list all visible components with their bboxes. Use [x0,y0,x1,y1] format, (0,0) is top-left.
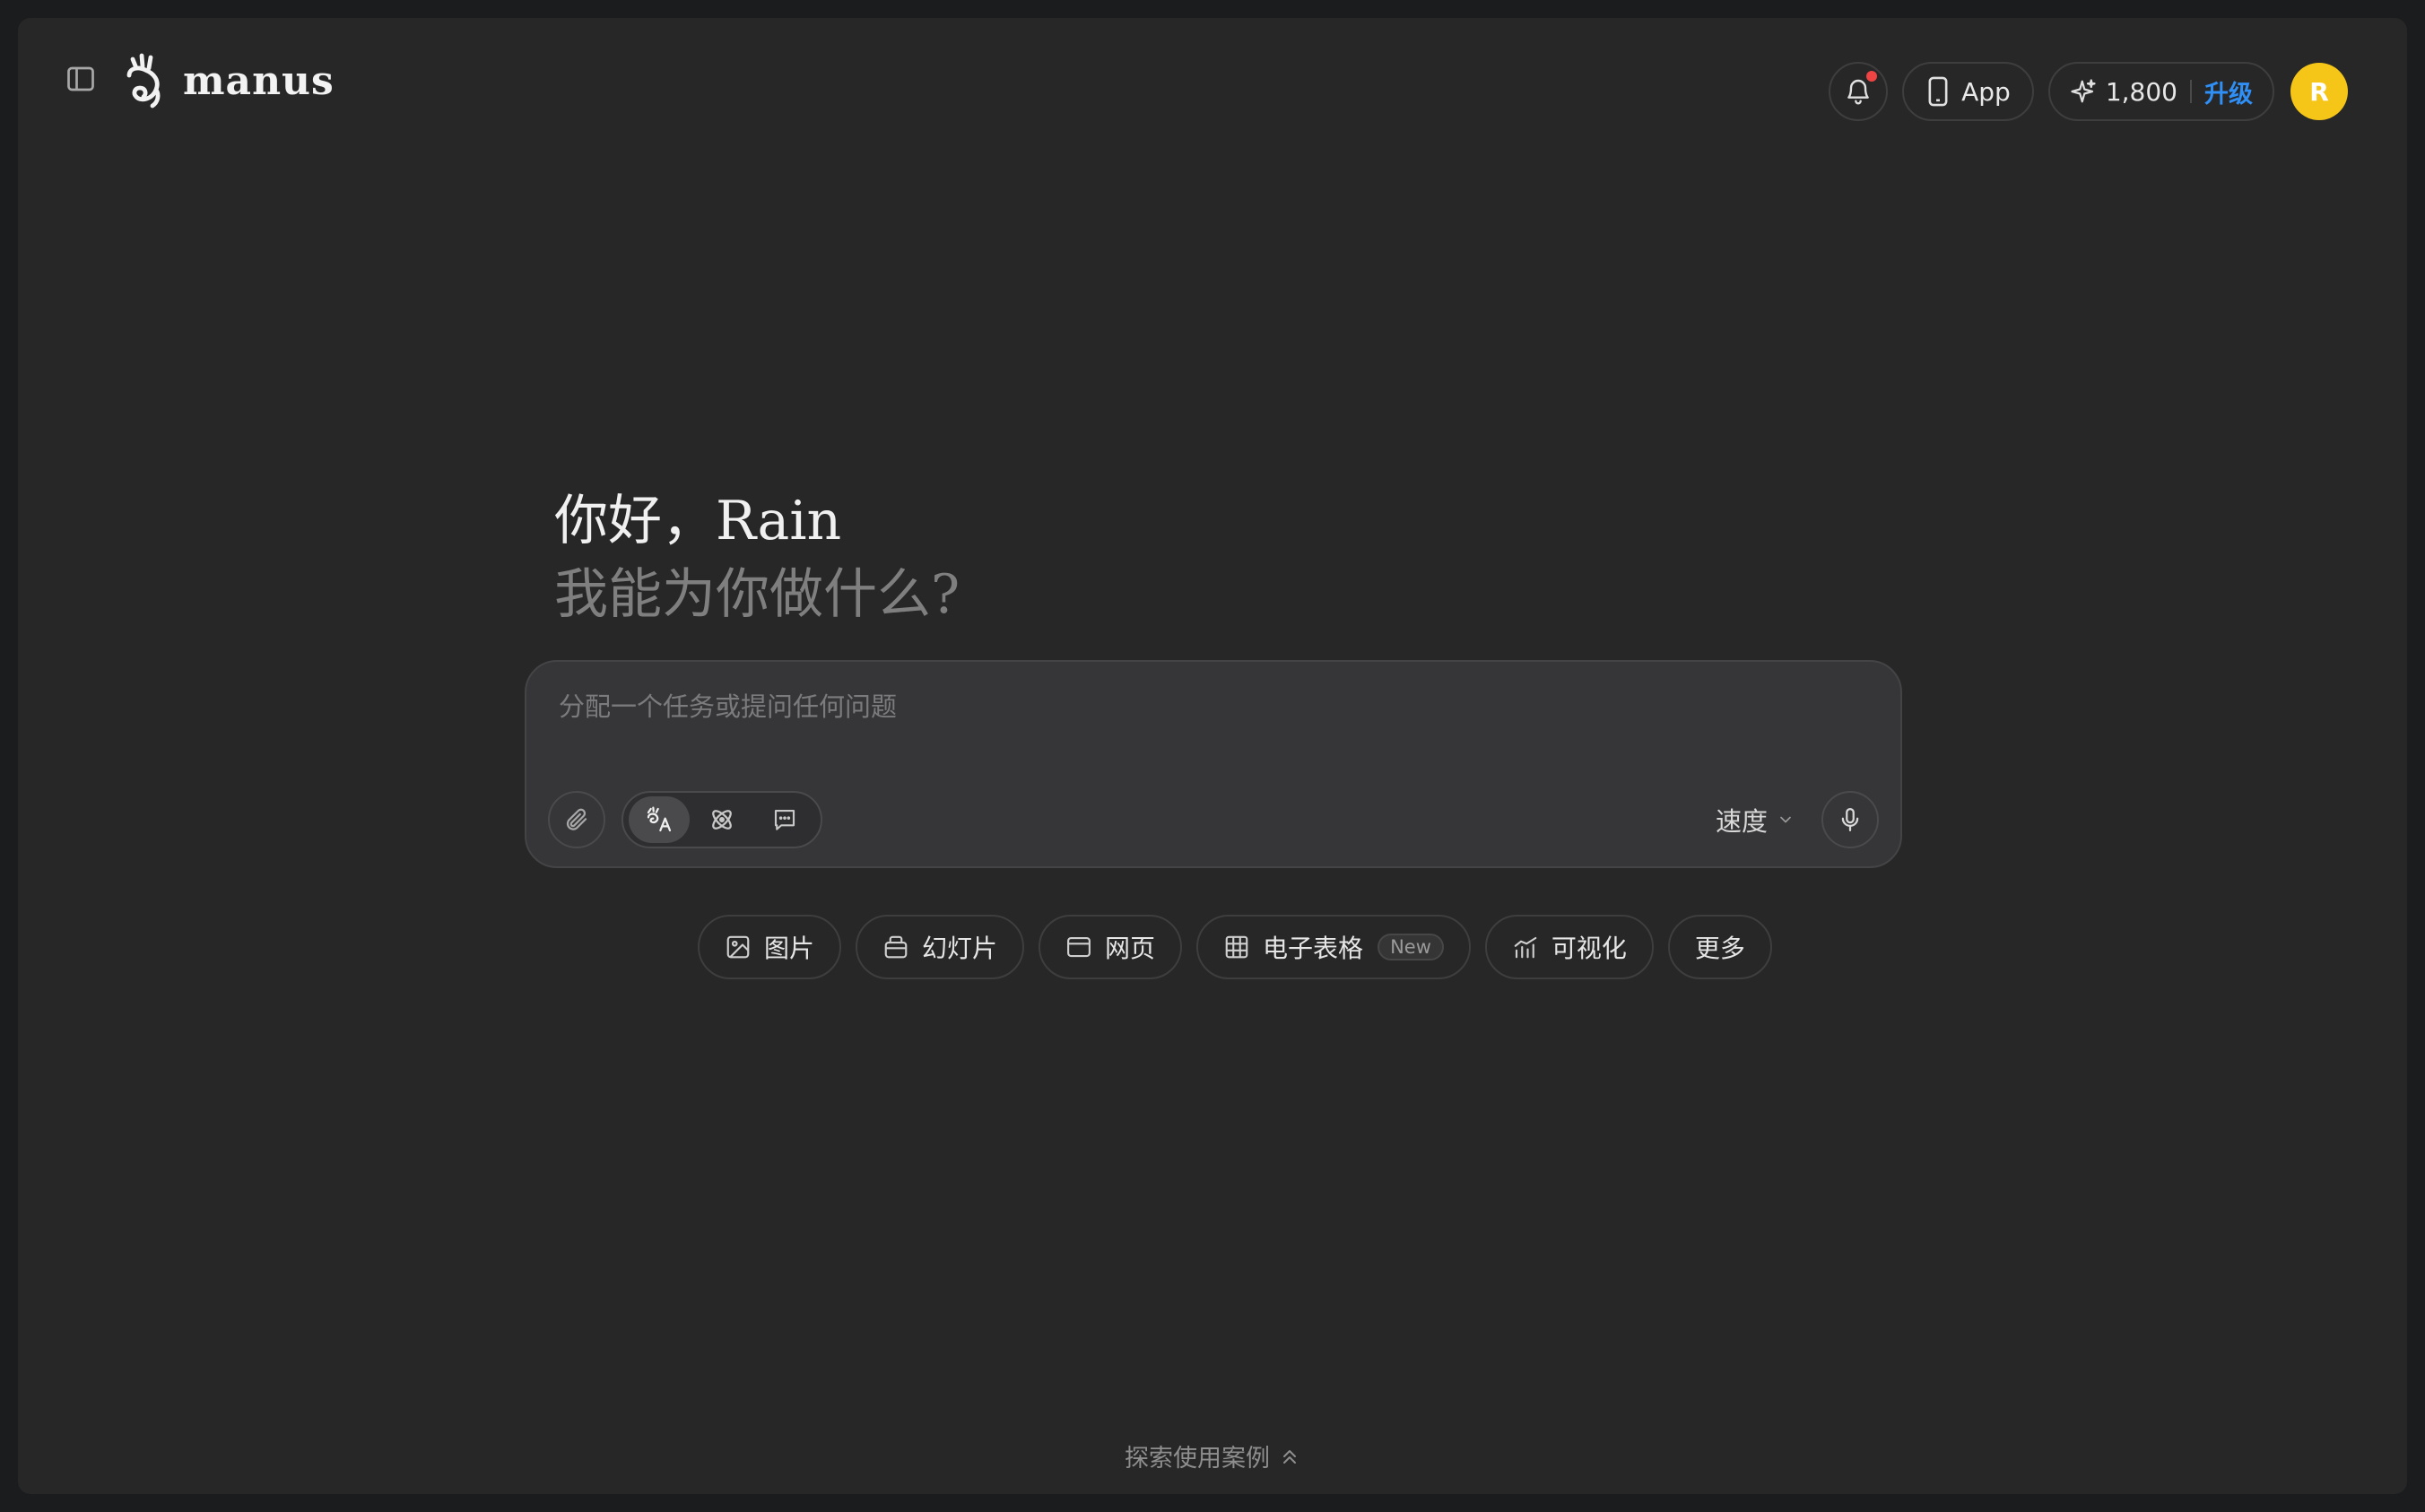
atom-icon [712,810,732,830]
chevron-down-icon [1780,816,1791,823]
speed-label: 速度 [1715,806,1768,837]
chip-slides[interactable]: 幻灯片 [856,915,1025,979]
task-input[interactable] [557,687,1812,726]
chip-more[interactable]: 更多 [1667,915,1772,979]
chart-icon [1514,936,1537,959]
explore-label: 探索使用案例 [1125,1445,1270,1473]
app-download-button[interactable]: App [1902,62,2034,121]
double-chevron-up-icon [1283,1449,1296,1464]
chip-label: 更多 [1694,934,1745,963]
notification-dot [1866,71,1878,82]
chip-visualization[interactable]: 可视化 [1484,915,1654,979]
attach-button[interactable] [548,791,605,848]
table-icon [1225,935,1248,959]
credits-button[interactable]: 1,800 升级 [2047,62,2274,121]
app-button-label: App [1961,76,2011,107]
greeting-title: 你好，Rain [554,490,842,552]
chip-image[interactable]: 图片 [698,915,842,979]
chip-webpage[interactable]: 网页 [1039,915,1183,979]
credits-divider [2190,80,2192,103]
notifications-button[interactable] [1829,62,1889,121]
header-actions: App 1,800 升级 R [1829,61,2348,122]
browser-window-icon [1067,936,1091,958]
manus-logo[interactable]: manus [118,45,335,117]
chip-label: 网页 [1105,934,1156,963]
manus-hand-logo-icon [118,49,172,112]
explore-use-cases-link[interactable]: 探索使用案例 [1125,1438,1300,1473]
chip-spreadsheet[interactable]: 电子表格 New [1196,915,1471,979]
speed-dropdown[interactable]: 速度 [1716,796,1795,843]
phone-icon [1928,76,1948,107]
agent-mode-icon [647,806,672,832]
user-avatar[interactable]: R [2290,63,2348,120]
sparkle-icon [2071,79,2096,103]
credits-count: 1,800 [2105,76,2177,107]
mode-agent-button[interactable] [629,796,690,843]
chip-label: 可视化 [1551,934,1627,963]
greeting: 你好，Rain 我能为你做什么? [554,484,960,631]
image-icon [726,935,750,959]
upgrade-link[interactable]: 升级 [2204,74,2253,109]
paperclip-icon [566,808,587,830]
chip-label: 图片 [764,934,815,963]
chip-label: 幻灯片 [922,934,998,963]
explore-use-cases: 探索使用案例 [18,1438,2407,1473]
greeting-subtitle: 我能为你做什么? [554,563,960,626]
bell-icon [1847,79,1869,105]
microphone-icon [1841,808,1859,831]
mode-selector [621,791,822,848]
sidebar-icon [67,66,94,91]
chat-bubble-icon [774,809,795,830]
sidebar-toggle-button[interactable] [61,59,100,99]
new-badge: New [1378,934,1444,960]
quick-start-chips: 图片 幻灯片 网页 电子表格 New 可视化 更多 [698,915,1772,979]
logo-text: manus [183,57,335,104]
presentation-icon [884,935,908,959]
chip-label: 电子表格 [1263,934,1364,963]
mode-research-button[interactable] [691,796,752,843]
voice-input-button[interactable] [1821,791,1879,848]
app-window: manus App 1,800 升级 R 你好，Rain 我能为你做什么? 分配… [18,18,2407,1494]
mode-chat-button[interactable] [754,796,815,843]
task-composer: 速度 [525,660,1902,868]
